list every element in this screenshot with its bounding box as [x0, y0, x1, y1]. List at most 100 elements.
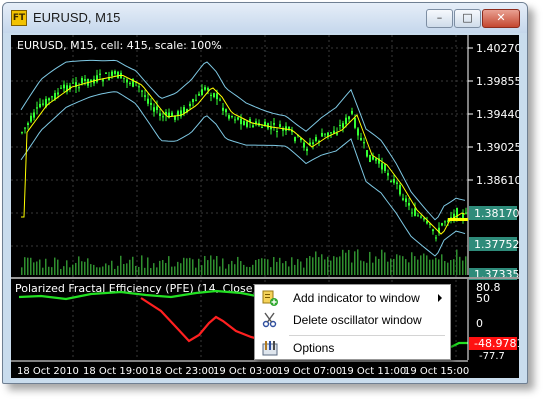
chart-info: EURUSD, M15, cell: 415, scale: 100% [17, 39, 222, 52]
title-bar[interactable]: FT EURUSD, M15 – □ ✕ [3, 3, 527, 33]
volume-bars [21, 249, 467, 275]
maximize-button[interactable]: □ [454, 9, 481, 28]
volume-bar [39, 259, 41, 275]
volume-bar [396, 254, 398, 275]
candle-body [252, 125, 254, 128]
close-button[interactable]: ✕ [482, 9, 520, 28]
price-panel[interactable]: EURUSD, M15, cell: 415, scale: 100% [17, 39, 467, 275]
volume-bar [27, 257, 29, 275]
candle-body [306, 148, 308, 151]
volume-bar [132, 256, 134, 275]
candle-body [435, 237, 437, 239]
candle-body [279, 124, 281, 128]
menu-separator [289, 335, 445, 336]
candle-body [114, 71, 116, 74]
candle-body [402, 198, 404, 200]
volume-bar [231, 260, 233, 275]
candle-body [171, 112, 173, 116]
volume-bar [96, 267, 98, 275]
volume-bar [390, 258, 392, 275]
volume-bar [399, 255, 401, 275]
candle-body [351, 110, 353, 114]
candle-body [240, 118, 242, 125]
volume-bar [195, 267, 197, 275]
volume-bar [165, 262, 167, 275]
volume-bar [327, 256, 329, 275]
time-label: 18 Oct 2010 [17, 366, 79, 377]
menu-item-delete-oscillator[interactable]: Delete oscillator window [255, 309, 450, 331]
volume-bar [153, 263, 155, 275]
volume-bar [264, 258, 266, 275]
volume-bar [219, 266, 221, 275]
volume-bar [183, 257, 185, 275]
menu-item-options[interactable]: Options [255, 337, 450, 359]
price-label: 1.37335 [474, 268, 519, 281]
submenu-arrow-icon [438, 294, 442, 302]
candle-body [30, 115, 32, 122]
volume-bar [234, 264, 236, 275]
volume-bar [78, 256, 80, 275]
volume-bar [117, 265, 119, 275]
volume-bar [417, 259, 419, 275]
volume-bar [465, 256, 467, 275]
oscillator-scale-label: 50 [476, 292, 490, 305]
minimize-button[interactable]: – [426, 9, 453, 28]
candle-body [441, 223, 443, 226]
candle-body [315, 137, 317, 141]
volume-bar [201, 265, 203, 275]
volume-bar [459, 256, 461, 275]
volume-bar [330, 260, 332, 275]
candle-body [219, 99, 221, 101]
volume-bar [270, 267, 272, 275]
volume-bar [51, 267, 53, 275]
price-axis: 1.40270 1.39855 1.39440 1.39025 1.38610 … [448, 35, 519, 281]
volume-bar [426, 255, 428, 275]
app-icon: FT [11, 10, 27, 26]
volume-bar [108, 265, 110, 275]
price-label: 1.39855 [476, 75, 519, 88]
candle-body [117, 71, 119, 79]
scissors-icon [262, 312, 277, 328]
candle-body [312, 142, 314, 145]
volume-bar [24, 257, 26, 275]
candle-body [21, 132, 23, 134]
oscillator-scale-label: -77.7 [479, 351, 505, 362]
volume-bar [363, 261, 365, 275]
candle-body [366, 150, 368, 157]
candle-body [303, 142, 305, 148]
volume-bar [384, 252, 386, 275]
price-label: 1.37752 [474, 238, 519, 251]
candle-body [24, 127, 26, 129]
volume-bar [312, 257, 314, 275]
volume-bar [21, 267, 23, 275]
volume-bar [432, 259, 434, 275]
candle-body [420, 216, 422, 218]
volume-bar [156, 267, 158, 275]
candle-body [192, 99, 194, 103]
volume-bar [69, 267, 71, 275]
volume-bar [57, 259, 59, 275]
volume-bar [351, 262, 353, 275]
menu-item-add-indicator[interactable]: Add indicator to window [255, 287, 450, 309]
volume-bar [144, 267, 146, 275]
menu-item-label: Options [293, 341, 335, 355]
candle-body [423, 218, 425, 220]
volume-bar [48, 266, 50, 275]
candle-body [273, 123, 275, 125]
volume-bar [42, 267, 44, 275]
time-label: 19 Oct 03:00 [213, 366, 278, 377]
candle-body [72, 82, 74, 84]
volume-bar [225, 268, 227, 275]
volume-bar [462, 260, 464, 275]
volume-bar [150, 268, 152, 275]
candle-body [36, 107, 38, 109]
candle-body [195, 99, 197, 101]
volume-bar [375, 256, 377, 275]
candle-body [210, 94, 212, 96]
volume-bar [90, 264, 92, 275]
candle-body [276, 131, 278, 133]
candle-body [51, 96, 53, 98]
candle-body [339, 125, 341, 127]
oscillator-scale-label: 0 [476, 317, 483, 330]
price-label: 1.38610 [476, 174, 519, 187]
